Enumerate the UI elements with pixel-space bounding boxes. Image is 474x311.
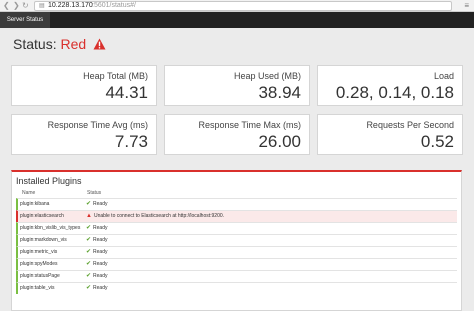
table-row: plugin:kibana ✔ Ready xyxy=(16,198,457,210)
plugin-status: Unable to connect to Elasticsearch at ht… xyxy=(93,213,225,219)
plugin-name: plugin:spyModes xyxy=(20,261,58,267)
metric-value: 38.94 xyxy=(258,83,301,102)
plugins-table-body: plugin:kibana ✔ Ready plugin:elasticsearc… xyxy=(16,198,457,294)
metric-label: Requests Per Second xyxy=(366,120,454,130)
plugin-status: Ready xyxy=(93,237,108,243)
menu-icon[interactable]: ≡ xyxy=(464,1,469,11)
plugin-name: plugin:statusPage xyxy=(20,273,60,279)
metric-card-requests-per-second: Requests Per Second 0.52 xyxy=(317,114,463,155)
page-title: Status: Red xyxy=(13,36,106,52)
metric-label: Response Time Avg (ms) xyxy=(47,120,148,130)
plugins-title: Installed Plugins xyxy=(16,176,82,186)
warning-icon: ▲ xyxy=(86,213,92,219)
installed-plugins-panel: Installed Plugins Name Status plugin:kib… xyxy=(11,170,462,311)
plugin-name: plugin:elasticsearch xyxy=(20,213,64,219)
table-row: plugin:spyModes ✔ Ready xyxy=(16,258,457,270)
plugin-name: plugin:kibana xyxy=(20,201,50,207)
check-icon: ✔ xyxy=(86,261,92,267)
table-row: plugin:statusPage ✔ Ready xyxy=(16,270,457,282)
plugin-name: plugin:kbn_vislib_vis_types xyxy=(20,225,81,231)
metric-label: Response Time Max (ms) xyxy=(198,120,301,130)
check-icon: ✔ xyxy=(86,285,92,291)
plugins-table-header: Name Status xyxy=(16,189,457,198)
plugin-name: plugin:table_vis xyxy=(20,285,55,291)
page-info-icon[interactable]: ▤ xyxy=(39,2,45,10)
metric-card-load: Load 0.28, 0.14, 0.18 xyxy=(317,65,463,106)
plugin-status: Ready xyxy=(93,201,108,207)
check-icon: ✔ xyxy=(86,225,92,231)
table-row: plugin:kbn_vislib_vis_types ✔ Ready xyxy=(16,222,457,234)
status-value: Red xyxy=(60,36,87,52)
url-host: 10.228.13.170 xyxy=(48,2,93,9)
metric-card-response-avg: Response Time Avg (ms) 7.73 xyxy=(11,114,157,155)
back-icon[interactable]: ❮ xyxy=(3,1,10,11)
table-row: plugin:metric_vis ✔ Ready xyxy=(16,246,457,258)
tab-server-status[interactable]: Server Status xyxy=(0,12,50,28)
column-header-status: Status xyxy=(87,190,102,196)
forward-icon[interactable]: ❯ xyxy=(13,1,20,11)
column-header-name: Name xyxy=(22,190,36,196)
check-icon: ✔ xyxy=(86,201,92,207)
app-navbar: Server Status xyxy=(0,12,474,28)
table-row: plugin:table_vis ✔ Ready xyxy=(16,282,457,294)
check-icon: ✔ xyxy=(86,273,92,279)
plugin-status: Ready xyxy=(93,285,108,291)
status-label: Status: xyxy=(13,36,57,52)
url-path: :5601/status#/ xyxy=(92,2,136,9)
metric-value: 44.31 xyxy=(105,83,148,102)
plugin-status: Ready xyxy=(93,273,108,279)
metric-card-response-max: Response Time Max (ms) 26.00 xyxy=(164,114,310,155)
browser-toolbar: ❮ ❯ ↻ ▤ 10.228.13.170 :5601/status#/ ≡ xyxy=(0,0,474,12)
status-page: Status: Red Heap Total (MB) 44.31 Heap U… xyxy=(0,28,474,311)
reload-icon[interactable]: ↻ xyxy=(22,1,29,11)
check-icon: ✔ xyxy=(86,237,92,243)
table-row: plugin:markdown_vis ✔ Ready xyxy=(16,234,457,246)
metric-value: 0.52 xyxy=(420,132,454,151)
table-row: plugin:elasticsearch ▲ Unable to connect … xyxy=(16,210,457,222)
address-bar[interactable]: ▤ 10.228.13.170 :5601/status#/ xyxy=(34,1,452,11)
metric-value: 26.00 xyxy=(258,132,301,151)
metric-label: Load xyxy=(433,71,454,81)
metric-label: Heap Used (MB) xyxy=(233,71,301,81)
metric-label: Heap Total (MB) xyxy=(83,71,148,81)
warning-icon xyxy=(93,38,106,50)
check-icon: ✔ xyxy=(86,249,92,255)
metric-card-heap-total: Heap Total (MB) 44.31 xyxy=(11,65,157,106)
plugin-name: plugin:markdown_vis xyxy=(20,237,67,243)
metric-value: 0.28, 0.14, 0.18 xyxy=(335,83,454,102)
plugin-status: Ready xyxy=(93,225,108,231)
metric-card-heap-used: Heap Used (MB) 38.94 xyxy=(164,65,310,106)
plugin-status: Ready xyxy=(93,249,108,255)
metric-value: 7.73 xyxy=(114,132,148,151)
plugin-name: plugin:metric_vis xyxy=(20,249,58,255)
plugin-status: Ready xyxy=(93,261,108,267)
